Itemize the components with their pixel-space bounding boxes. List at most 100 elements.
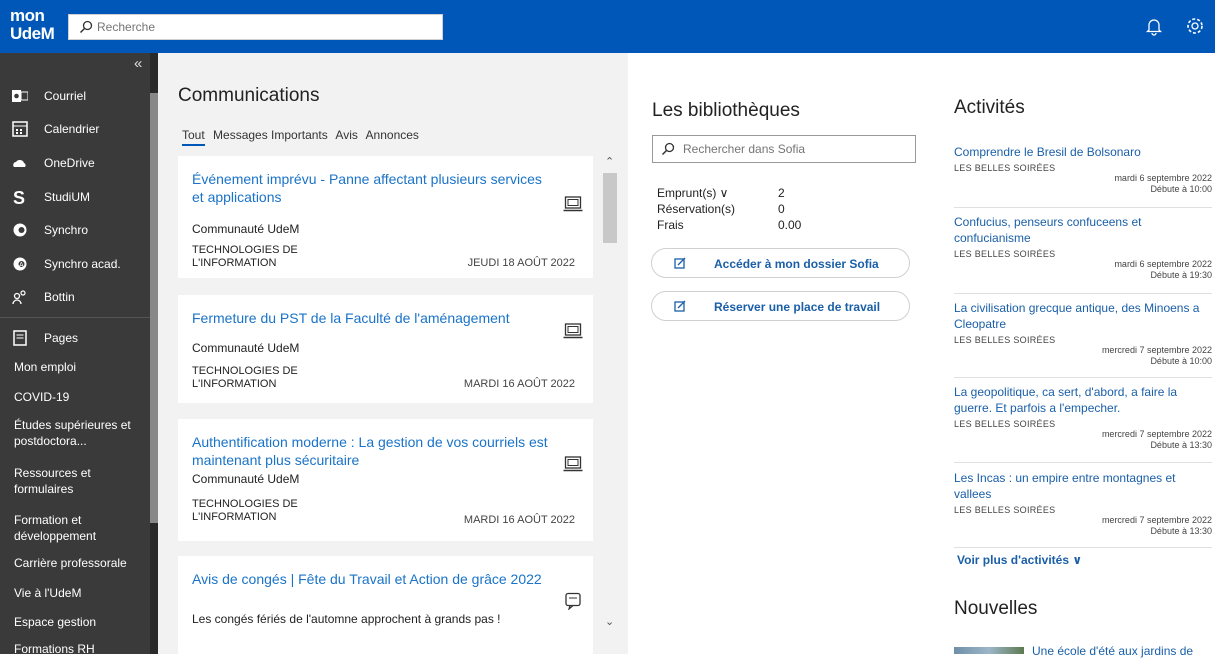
- search-icon: [79, 20, 93, 34]
- activity-title[interactable]: Comprendre le Bresil de Bolsonaro: [954, 144, 1212, 160]
- communication-card[interactable]: Événement imprévu - Panne affectant plus…: [178, 156, 593, 278]
- card-source: Communauté UdeM: [192, 472, 300, 486]
- sidebar-item-calendrier[interactable]: Calendrier: [0, 114, 150, 144]
- gear-icon[interactable]: [1184, 15, 1206, 37]
- activity-title[interactable]: Confucius, penseurs confuceens et confuc…: [954, 214, 1212, 246]
- communication-card[interactable]: Avis de congés | Fête du Travail et Acti…: [178, 556, 593, 654]
- communications-panel: Communications Tout Messages Importants …: [158, 53, 628, 654]
- communications-scroll-up-icon[interactable]: ⌃: [605, 155, 614, 168]
- message-icon: [565, 592, 581, 610]
- activities-title: Activités: [954, 97, 1025, 118]
- activity-date: mercredi 7 septembre 2022: [1101, 515, 1212, 525]
- sidebar-link-vie-udem[interactable]: Vie à l'UdeM: [14, 585, 149, 601]
- sidebar-link-mon-emploi[interactable]: Mon emploi: [14, 359, 149, 375]
- sidebar-item-label: Synchro: [44, 223, 89, 237]
- top-bar: mon UdeM: [0, 0, 1215, 53]
- reserve-workspace-button[interactable]: Réserver une place de travail: [651, 291, 910, 321]
- news-thumbnail[interactable]: [954, 647, 1024, 654]
- pages-icon: [13, 330, 27, 346]
- sidebar-link-formation[interactable]: Formation et développement: [14, 512, 149, 544]
- sidebar: « Courriel Calendrier OneDrive S StudiUM…: [0, 53, 158, 657]
- sidebar-link-carriere[interactable]: Carrière professorale: [14, 555, 149, 571]
- activity-item[interactable]: Les Incas : un empire entre montagnes et…: [954, 470, 1212, 537]
- card-title[interactable]: Événement imprévu - Panne affectant plus…: [192, 170, 552, 206]
- activity-title[interactable]: La civilisation grecque antique, des Min…: [954, 300, 1212, 332]
- sidebar-link-covid[interactable]: COVID-19: [14, 389, 149, 405]
- sofia-search-input[interactable]: [683, 141, 908, 157]
- activity-divider: [954, 293, 1212, 294]
- tab-annonces[interactable]: Annonces: [366, 128, 419, 142]
- sidebar-item-onedrive[interactable]: OneDrive: [0, 148, 150, 178]
- activity-item[interactable]: La civilisation grecque antique, des Min…: [954, 300, 1212, 367]
- activity-item[interactable]: Confucius, penseurs confuceens et confuc…: [954, 214, 1212, 281]
- fees-label: Frais: [657, 218, 684, 232]
- external-link-icon: [674, 257, 686, 269]
- reservations-label: Réservation(s): [657, 202, 736, 216]
- activity-title[interactable]: Les Incas : un empire entre montagnes et…: [954, 470, 1212, 502]
- activity-date: mercredi 7 septembre 2022: [1101, 429, 1212, 439]
- sidebar-item-bottin[interactable]: Bottin: [0, 282, 150, 312]
- laptop-icon: [563, 456, 583, 472]
- library-title: Les bibliothèques: [652, 100, 800, 121]
- activity-source: LES BELLES SOIRÉES: [954, 505, 1056, 515]
- sidebar-item-pages[interactable]: Pages: [0, 323, 150, 353]
- communications-title: Communications: [178, 85, 320, 106]
- outlook-icon: [12, 90, 28, 102]
- sidebar-link-espace-gestion[interactable]: Espace gestion: [14, 614, 149, 630]
- card-title[interactable]: Avis de congés | Fête du Travail et Acti…: [192, 570, 552, 588]
- activity-divider: [954, 462, 1212, 463]
- sidebar-item-synchro[interactable]: Synchro: [0, 215, 150, 245]
- laptop-icon: [563, 196, 583, 212]
- loans-label[interactable]: Emprunt(s) ∨: [657, 186, 728, 200]
- communication-card[interactable]: Fermeture du PST de la Faculté de l'amén…: [178, 295, 593, 403]
- collapse-sidebar-icon[interactable]: «: [134, 55, 142, 72]
- activity-item[interactable]: Comprendre le Bresil de Bolsonaro LES BE…: [954, 144, 1212, 195]
- tab-avis[interactable]: Avis: [335, 128, 357, 142]
- sidebar-item-label: OneDrive: [44, 156, 95, 170]
- more-activities-link[interactable]: Voir plus d'activités ∨: [957, 553, 1082, 567]
- sidebar-item-synchro-acad[interactable]: A Synchro acad.: [0, 249, 150, 279]
- card-date: JEUDI 18 AOÛT 2022: [467, 257, 575, 269]
- card-title[interactable]: Authentification moderne : La gestion de…: [192, 433, 552, 469]
- studium-icon: S: [13, 189, 25, 205]
- global-search[interactable]: [68, 14, 443, 40]
- sidebar-scrollbar-thumb[interactable]: [150, 93, 158, 523]
- reserve-workspace-label: Réserver une place de travail: [714, 300, 881, 314]
- activity-time: Débute à 13:30: [1150, 526, 1212, 536]
- tab-tout[interactable]: Tout: [182, 128, 205, 146]
- sidebar-item-label: Courriel: [44, 89, 87, 103]
- activity-item[interactable]: La geopolitique, ca sert, d'abord, a fai…: [954, 384, 1212, 451]
- activity-date: mardi 6 septembre 2022: [1114, 259, 1212, 269]
- activity-source: LES BELLES SOIRÉES: [954, 249, 1056, 259]
- sidebar-link-etudes-superieures[interactable]: Études supérieures et postdoctora...: [14, 417, 149, 449]
- activity-time: Débute à 10:00: [1150, 356, 1212, 366]
- activity-divider: [954, 377, 1212, 378]
- logo-text-udem: UdeM: [10, 24, 55, 43]
- sidebar-item-studium[interactable]: S StudiUM: [0, 182, 150, 212]
- communication-card[interactable]: Authentification moderne : La gestion de…: [178, 419, 593, 541]
- sofia-account-label: Accéder à mon dossier Sofia: [714, 257, 879, 271]
- sofia-search[interactable]: [652, 135, 916, 163]
- activity-title[interactable]: La geopolitique, ca sert, d'abord, a fai…: [954, 384, 1212, 416]
- sofia-account-button[interactable]: Accéder à mon dossier Sofia: [651, 248, 910, 278]
- card-title[interactable]: Fermeture du PST de la Faculté de l'amén…: [192, 309, 552, 327]
- card-category: TECHNOLOGIES DE L'INFORMATION: [192, 365, 298, 390]
- sidebar-divider: [0, 317, 150, 318]
- communications-scrollbar-thumb[interactable]: [603, 173, 617, 243]
- tab-messages-importants[interactable]: Messages Importants: [213, 128, 328, 142]
- card-summary: Les congés fériés de l'automne approchen…: [192, 612, 501, 626]
- activity-time: Débute à 13:30: [1150, 440, 1212, 450]
- sidebar-item-label: Synchro acad.: [44, 257, 121, 271]
- news-item-title[interactable]: Une école d'été aux jardins de: [1032, 644, 1193, 658]
- news-title: Nouvelles: [954, 598, 1038, 619]
- sidebar-link-ressources[interactable]: Ressources et formulaires: [14, 465, 149, 497]
- sidebar-item-label: StudiUM: [44, 190, 91, 204]
- bell-icon[interactable]: [1143, 15, 1165, 37]
- card-source: Communauté UdeM: [192, 222, 300, 236]
- global-search-input[interactable]: [97, 18, 427, 36]
- communications-scroll-down-icon[interactable]: ⌄: [605, 615, 614, 628]
- reservations-value: 0: [778, 202, 785, 216]
- sidebar-item-courriel[interactable]: Courriel: [0, 81, 150, 111]
- sidebar-link-formations-rh[interactable]: Formations RH: [14, 641, 149, 657]
- udem-logo[interactable]: mon UdeM: [10, 7, 55, 48]
